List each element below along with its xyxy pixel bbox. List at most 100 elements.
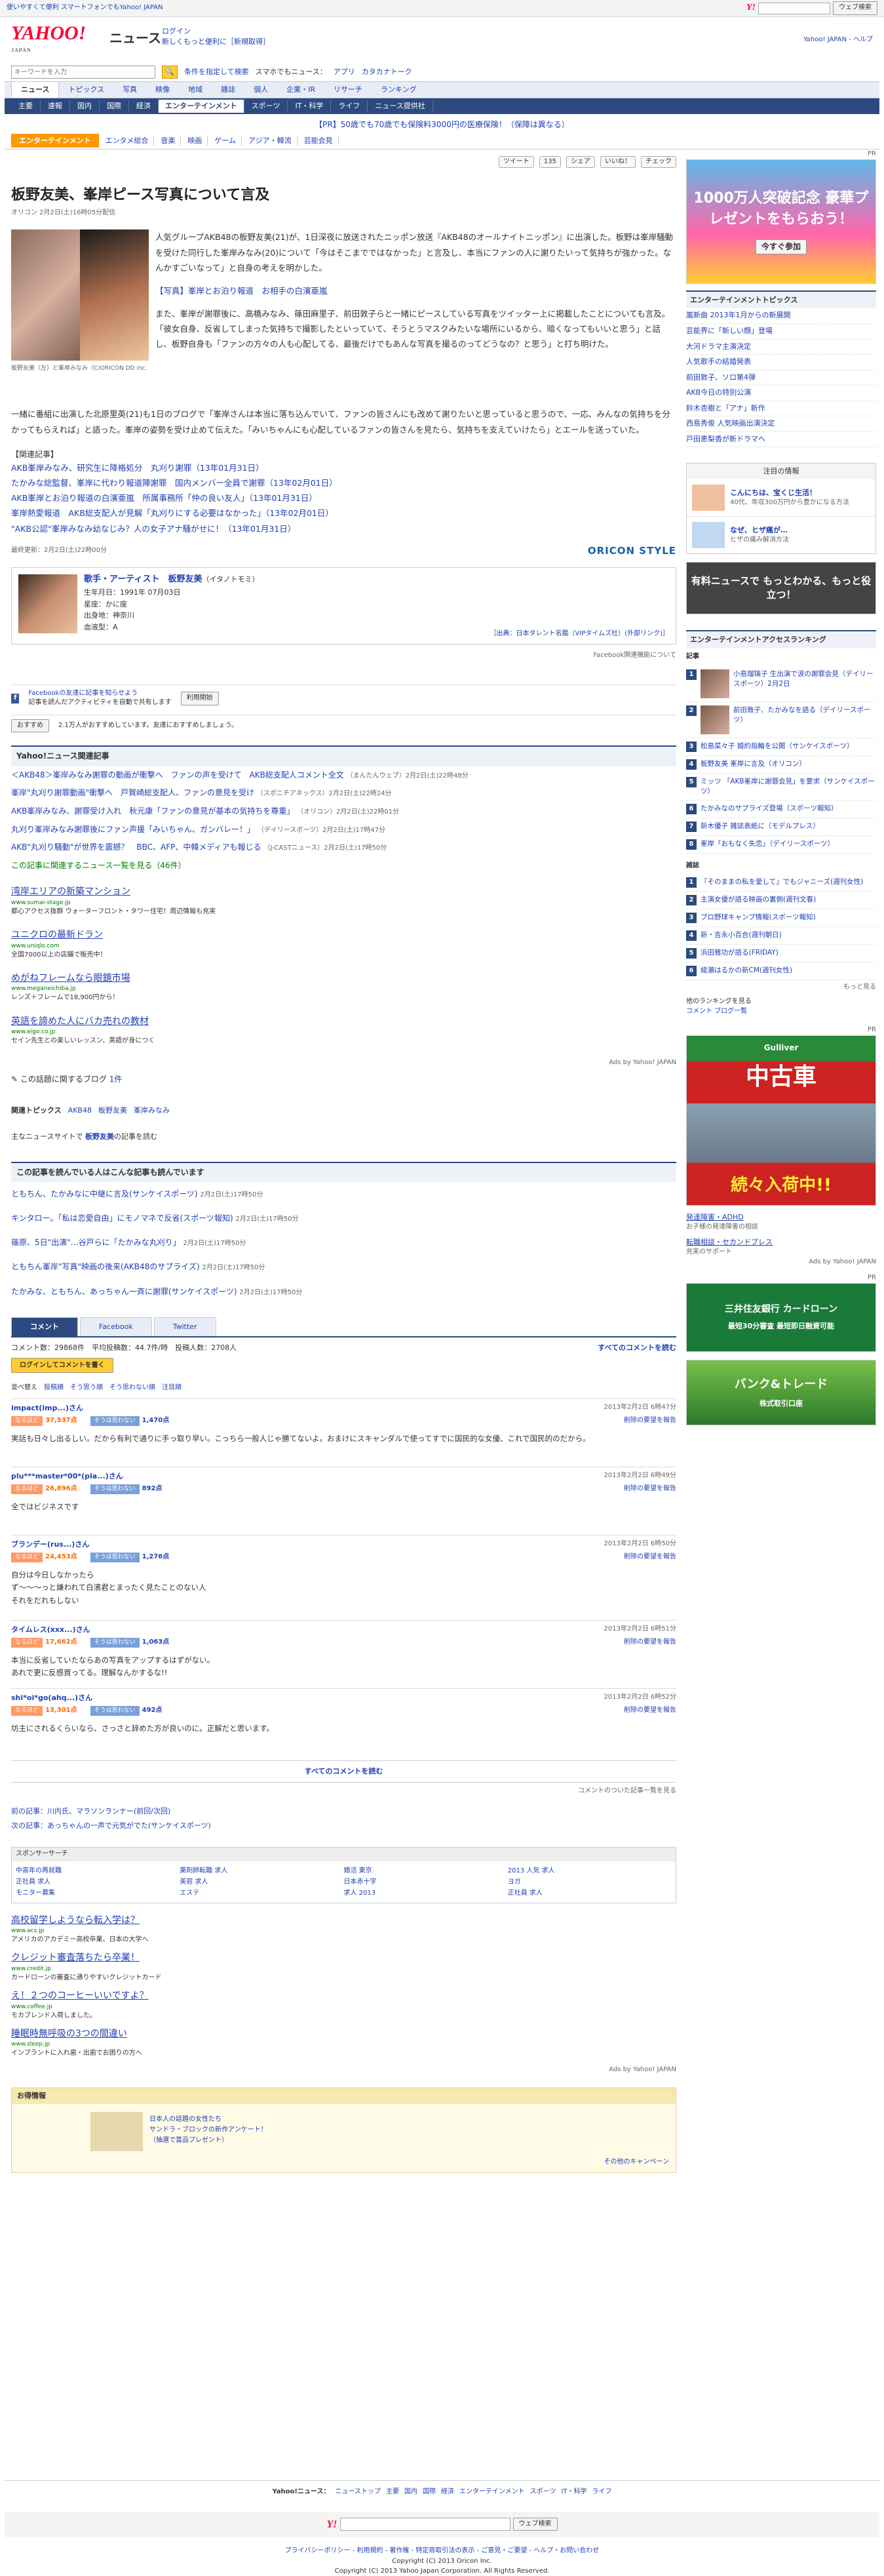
report-link[interactable]: 削除の要望を報告 [624,1638,676,1648]
cat-asia[interactable]: アジア・韓流 [243,135,298,146]
campaign-item[interactable]: （抽選で賞品プレゼント） [149,2135,267,2146]
footer-nav-link[interactable]: ニューストップ [335,2487,381,2497]
side-ad-link[interactable]: 発達障害・ADHD [686,1212,876,1223]
related-news-more[interactable]: この記事に関連するニュース一覧を見る（46件） [11,857,676,875]
list-item[interactable]: 前田敦子、ソロ第4弾 [686,370,876,386]
cat-music[interactable]: 音楽 [155,135,182,146]
fb-share-text[interactable]: Facebookの友達に記事を知らせよう [28,690,138,697]
sponsor-link[interactable]: ヨガ [508,1876,672,1888]
disagree-button[interactable]: そうは思わない [90,1637,140,1648]
cat-press[interactable]: 芸能会見 [299,135,339,146]
footer-nav-link[interactable]: 国際 [423,2487,436,2497]
top-search-input[interactable] [758,2,830,14]
oricon-logo[interactable]: ORICON STYLE [588,544,676,559]
campaign-image[interactable] [90,2112,143,2152]
tweet-button[interactable]: ツイート [498,155,534,168]
related-link[interactable]: AKB峯岸とお泊り報道の白濱亜嵐 所属事務所「仲の良い友人」（13年01月31日… [11,490,676,505]
subnav-life[interactable]: ライフ [331,101,368,111]
agree-button[interactable]: なるほど [11,1484,43,1494]
fb-share-button[interactable]: シェア [566,155,595,168]
list-item[interactable]: AKB今日の特別公演 [686,386,876,401]
other-ranking-link[interactable]: コメント [686,1008,712,1015]
list-item[interactable]: 西島秀俊 人気映画出演決定 [686,416,876,432]
sponsor-link[interactable]: 美容 求人 [180,1876,343,1888]
list-item[interactable]: 嵐新曲 2013年1月からの新展開 [686,308,876,324]
related-link[interactable]: たかみな総監督、峯岸に代わり報道陣謝罪 国内メンバー全員で謝罪（13年02月01… [11,475,676,490]
subnav-flash[interactable]: 速報 [41,101,70,111]
list-item[interactable]: 鈴木杏樹と「アナ」新作 [686,401,876,417]
article-meta[interactable]: オリコン 2月2日(土)16時05分配信 [11,208,676,218]
prev-article-link[interactable]: 前の記事：川内氏、マラソンランナー(前回/次回) [11,1806,676,1817]
cat-movie[interactable]: 映画 [182,135,208,146]
footer-nav-link[interactable]: スポーツ [530,2487,556,2497]
register-link[interactable]: 新しくもっと便利に［新規取得］ [162,37,270,46]
side-banner-campaign[interactable]: 1000万人突破記念 豪華プレゼントをもらおう！ 今すぐ参加 [686,159,876,284]
tab-twitter[interactable]: Twitter [153,1317,216,1336]
report-link[interactable]: 削除の要望を報告 [624,1706,676,1716]
campaign-item[interactable]: サンドラ・ブロックの新作アンケート！ [149,2125,267,2135]
sponsor-link[interactable]: 求人 2013 [344,1888,508,1899]
footer-nav-link[interactable]: ライフ [592,2487,612,2497]
ranking-more-link[interactable]: もっと見る [686,983,876,993]
artist-photo[interactable] [18,574,77,634]
subnav-it[interactable]: IT・科学 [288,101,332,111]
all-comments-button[interactable]: すべてのコメントを読む [305,1767,383,1775]
list-item[interactable]: 大河ドラマ主演決定 [686,340,876,355]
sort-option[interactable]: 注目順 [162,1383,182,1393]
next-article-link[interactable]: 次の記事：あっちゃんの一声で元気がでた(サンケイスポーツ) [11,1821,676,1831]
gnav-tab-photo[interactable]: 写真 [113,82,146,98]
other-ranking-link[interactable]: ブログ一覧 [714,1008,747,1015]
footer-nav-link[interactable]: エンターテインメント [459,2487,525,2497]
gnav-tab-news[interactable]: ニュース [11,81,60,98]
ads-label[interactable]: Ads by Yahoo! JAPAN [11,2065,676,2075]
blog-count[interactable]: 1件 [109,1075,123,1084]
sort-option[interactable]: そう思う順 [70,1383,103,1393]
news-search-input[interactable] [11,66,155,79]
login-to-comment-button[interactable]: ログインしてコメントを書く [11,1357,113,1373]
list-item[interactable]: 芸能界に「新しい顔」登場 [686,324,876,340]
sort-option[interactable]: 投稿順 [44,1383,64,1393]
app-link-1[interactable]: カタカナトーク [362,67,412,77]
top-search-button[interactable]: ウェブ検索 [833,1,877,15]
footer-nav-link[interactable]: 主要 [386,2487,399,2497]
tab-comment[interactable]: コメント [11,1317,78,1336]
artist-source[interactable]: ［出典：日本タレント名鑑（VIPタイムズ社）(外部リンク)］ [490,629,669,639]
advanced-search-link[interactable]: 条件を指定して検索 [184,67,249,77]
agree-button[interactable]: なるほど [11,1637,43,1648]
side-banner-gulliver[interactable]: Gulliver 中古車 続々入荷中!! [686,1035,876,1206]
sponsor-link[interactable]: エステ [180,1888,343,1899]
subnav-main[interactable]: 主要 [11,101,41,111]
footer-nav-link[interactable]: 経済 [441,2487,454,2497]
fb-related-link[interactable]: Facebook関連機能について [11,651,676,661]
yahoo-logo[interactable]: YAHOO! JAPAN [11,24,86,60]
cat-general[interactable]: エンタメ総合 [100,135,155,146]
gnav-tab-ranking[interactable]: ランキング [372,82,426,98]
sponsor-link[interactable]: 正社員 求人 [508,1888,672,1899]
artist-name[interactable]: 歌手・アーティスト 板野友美 [84,574,202,584]
all-comments-link[interactable]: すべてのコメントを読む [598,1343,676,1353]
app-link-0[interactable]: アプリ [334,67,355,77]
report-link[interactable]: 削除の要望を報告 [624,1416,676,1426]
gnav-tab-magazine[interactable]: 雑誌 [212,82,244,98]
sponsor-link[interactable]: 日本赤十字 [344,1876,508,1888]
campaign-item[interactable]: 日本人の話題の女性たち [149,2114,267,2125]
side-banner-loan[interactable]: 三井住友銀行 カードローン 最短30分審査 最短即日融資可能 [686,1282,876,1352]
sponsor-link[interactable]: 中高年の再就職 [16,1865,180,1876]
footer-nav-link[interactable]: IT・科学 [561,2487,586,2497]
footer-nav-link[interactable]: 国内 [404,2487,417,2497]
agree-button[interactable]: なるほど [11,1552,43,1562]
check-button[interactable]: チェック [641,155,676,168]
subnav-providers[interactable]: ニュース提供社 [368,101,433,111]
agree-button[interactable]: なるほど [11,1416,43,1426]
login-link[interactable]: ログイン [162,27,191,35]
gnav-tab-ir[interactable]: 企業・IR [277,82,324,98]
side-banner-bank[interactable]: バンク&トレード 株式取引口座 [686,1359,876,1425]
join-now-button[interactable]: 今すぐ参加 [755,239,807,255]
ads-label[interactable]: Ads by Yahoo! JAPAN [11,1058,676,1068]
recommend-button[interactable]: おすすめ [11,719,49,733]
disagree-button[interactable]: そうは思わない [90,1552,140,1562]
paid-news-banner[interactable]: 有料ニュースで もっとわかる、もっと役立つ！ [686,562,876,615]
gnav-tab-personal[interactable]: 個人 [244,82,277,98]
side-ad-link[interactable]: 転職相談・セカンドプレス [686,1237,876,1248]
cat-game[interactable]: ゲーム [209,135,242,146]
